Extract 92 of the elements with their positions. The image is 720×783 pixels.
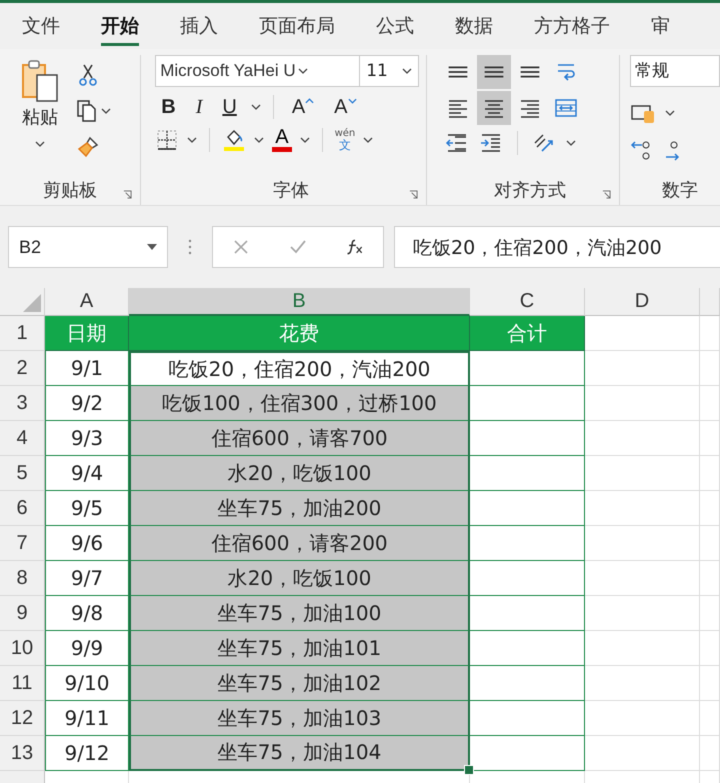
table-cell[interactable] xyxy=(470,351,585,386)
font-color-button[interactable]: A xyxy=(272,127,292,152)
table-cell[interactable] xyxy=(470,526,585,561)
group-label: 数字 xyxy=(662,179,698,202)
row-header[interactable]: 6 xyxy=(0,491,45,526)
caret-icon[interactable] xyxy=(254,136,264,142)
copy-icon[interactable] xyxy=(76,99,112,123)
table-cell[interactable] xyxy=(470,596,585,631)
table-cell[interactable] xyxy=(470,561,585,596)
chevron-down-icon xyxy=(348,98,356,104)
table-cell[interactable]: 住宿600，请客200 xyxy=(129,526,470,561)
row-header[interactable]: 11 xyxy=(0,666,45,701)
ribbon-tab[interactable]: 文件 xyxy=(10,3,72,49)
table-cell[interactable]: 9/1 xyxy=(45,351,129,386)
fill-bucket-icon[interactable] xyxy=(222,128,246,152)
table-cell[interactable] xyxy=(470,456,585,491)
row-header[interactable]: 10 xyxy=(0,631,45,666)
font-size-dropdown[interactable]: 11 xyxy=(359,55,420,87)
align-icon xyxy=(518,65,542,79)
row-header[interactable]: 9 xyxy=(0,596,45,631)
border-icon[interactable] xyxy=(155,128,180,152)
caret-icon[interactable] xyxy=(187,136,198,142)
table-cell[interactable]: 吃饭100，住宿300，过桥100 xyxy=(129,386,470,421)
dialog-launcher-icon[interactable] xyxy=(409,190,418,199)
underline-button[interactable]: U xyxy=(216,96,243,118)
brush-icon[interactable] xyxy=(76,135,100,159)
chevron-up-icon xyxy=(305,98,314,104)
row-header[interactable]: 12 xyxy=(0,701,45,736)
column-header[interactable]: B xyxy=(129,288,470,316)
table-cell[interactable]: 住宿600，请客700 xyxy=(129,421,470,456)
ribbon-tab[interactable]: 插入 xyxy=(168,3,230,49)
ribbon-tab[interactable]: 方方格子 xyxy=(522,3,622,49)
align-button[interactable] xyxy=(477,55,512,89)
column-header[interactable]: D xyxy=(585,288,700,316)
paste-button[interactable]: 粘贴 xyxy=(18,59,62,159)
row-header[interactable]: 3 xyxy=(0,386,45,421)
italic-button[interactable]: I xyxy=(190,96,208,118)
table-cell[interactable] xyxy=(470,666,585,701)
table-cell[interactable]: 坐车75，加油102 xyxy=(129,666,470,701)
row-header[interactable]: 4 xyxy=(0,421,45,456)
formula-field[interactable]: 吃饭20，住宿200，汽油200 xyxy=(394,226,720,268)
row-header[interactable]: 2 xyxy=(0,351,45,386)
table-cell[interactable]: 坐车75，加油101 xyxy=(129,631,470,666)
font-name-dropdown[interactable]: Microsoft YaHei U xyxy=(155,55,360,87)
group-label: 字体 xyxy=(272,179,309,202)
shrink-font-button[interactable]: A xyxy=(328,96,362,118)
grow-font-button[interactable]: A xyxy=(286,96,320,118)
table-cell[interactable] xyxy=(470,491,585,526)
caret-icon[interactable] xyxy=(250,104,261,110)
column-header[interactable]: C xyxy=(470,288,585,316)
name-box[interactable]: B2 xyxy=(8,226,168,268)
align-icon xyxy=(482,65,506,79)
ribbon-tab[interactable]: 数据 xyxy=(443,3,505,49)
column-header[interactable]: A xyxy=(45,288,129,316)
caret-icon[interactable] xyxy=(298,68,308,74)
caret-icon[interactable] xyxy=(363,136,374,142)
ribbon-tab[interactable]: 审 xyxy=(639,3,682,49)
clipboard-icon xyxy=(20,59,60,103)
table-cell[interactable]: 坐车75，加油200 xyxy=(129,491,470,526)
function-icon[interactable] xyxy=(344,237,365,257)
row-header[interactable]: 1 xyxy=(0,316,45,351)
table-cell[interactable]: 坐车75，加油103 xyxy=(129,701,470,736)
align-icon xyxy=(446,65,470,79)
row-header[interactable]: 8 xyxy=(0,561,45,596)
table-cell[interactable] xyxy=(470,421,585,456)
bold-button[interactable]: B xyxy=(155,96,182,118)
ribbon-tab[interactable]: 开始 xyxy=(89,3,151,49)
row-header[interactable]: 7 xyxy=(0,526,45,561)
phonetic-button[interactable]: wén 文 xyxy=(334,128,356,150)
caret-icon[interactable] xyxy=(566,140,576,146)
fill-handle[interactable] xyxy=(464,765,474,775)
drag-handle-icon[interactable] xyxy=(188,237,192,257)
number-format-dropdown[interactable]: 常规 xyxy=(630,55,720,87)
table-cell[interactable] xyxy=(470,631,585,666)
group-label: 对齐方式 xyxy=(494,179,566,202)
table-cell[interactable] xyxy=(470,701,585,736)
table-cell[interactable]: 坐车75，加油100 xyxy=(129,596,470,631)
table-cell[interactable]: 水20，吃饭100 xyxy=(129,561,470,596)
row-header[interactable]: 13 xyxy=(0,736,45,771)
group-label: 剪贴板 xyxy=(43,179,98,202)
table-cell[interactable] xyxy=(470,386,585,421)
row-header[interactable]: 5 xyxy=(0,456,45,491)
dialog-launcher-icon[interactable] xyxy=(123,190,132,199)
ribbon-tab[interactable]: 公式 xyxy=(364,3,426,49)
caret-icon[interactable] xyxy=(402,68,412,74)
table-cell[interactable]: 水20，吃饭100 xyxy=(129,456,470,491)
caret-icon xyxy=(35,141,45,147)
dialog-launcher-icon[interactable] xyxy=(602,190,611,199)
caret-icon[interactable] xyxy=(147,244,157,250)
align-button[interactable] xyxy=(477,91,512,125)
caret-icon[interactable] xyxy=(300,136,310,142)
ribbon-tab[interactable]: 页面布局 xyxy=(247,3,347,49)
